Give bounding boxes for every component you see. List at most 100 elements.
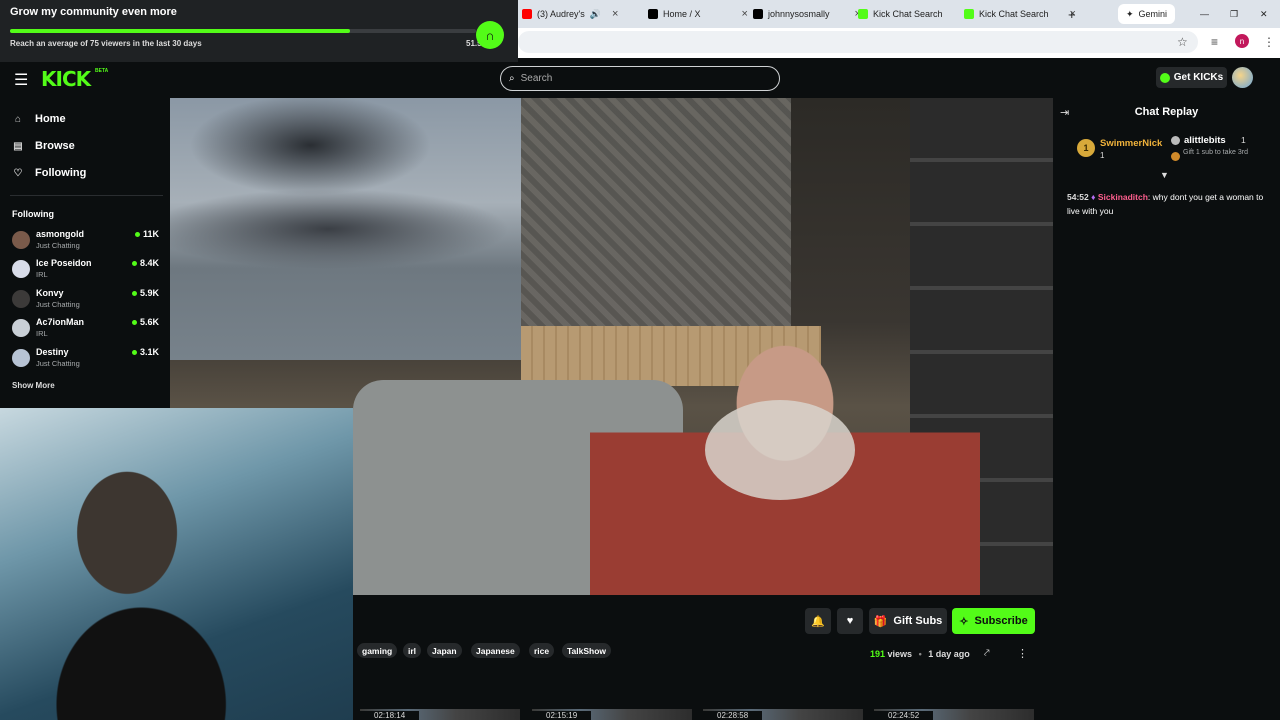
share-icon[interactable]: ⤤ <box>984 648 990 659</box>
speaker-icon: 🔊 <box>589 8 601 19</box>
browser-tab[interactable]: Kick Chat Search× <box>964 4 1076 24</box>
browse-icon: ▤ <box>13 140 23 152</box>
related-video-thumbnail[interactable]: 02:24:52 <box>874 709 1034 720</box>
related-video-thumbnail[interactable]: 02:28:58 <box>703 709 863 720</box>
collapse-chat-icon[interactable]: ⇥ <box>1060 106 1069 119</box>
tag-chip[interactable]: TalkShow <box>562 643 612 658</box>
channel-category: Just Chatting <box>36 241 80 250</box>
browser-tab-active[interactable]: ✦ Gemini <box>1118 4 1176 24</box>
x-icon <box>753 9 763 19</box>
window-close-button[interactable]: ✕ <box>1260 4 1268 24</box>
chat-username[interactable]: Sickinaditch <box>1098 192 1148 202</box>
meta-separator: • <box>918 649 922 659</box>
search-input[interactable]: ⌕ Search <box>500 66 780 91</box>
expand-leaderboard-icon[interactable]: ▼ <box>1160 170 1169 180</box>
channel-name: Ice Poseidon <box>36 258 92 268</box>
tag-chip[interactable]: Japan <box>427 643 462 658</box>
close-tab-icon[interactable]: × <box>742 8 748 20</box>
channel-name: Konvy <box>36 288 64 298</box>
view-count-number: 191 <box>870 649 886 659</box>
subscribe-button[interactable]: ✧ Subscribe <box>952 608 1035 634</box>
plus-icon: + <box>1068 6 1076 22</box>
screen-share-overlay <box>170 98 521 360</box>
top-gifter-count: 1 <box>1100 151 1105 160</box>
followed-channel[interactable]: Destiny Just Chatting 3.1K <box>12 347 160 373</box>
browser-tab[interactable]: Kick Chat Search× <box>858 4 970 24</box>
headset-icon: ∩ <box>476 21 504 49</box>
channel-avatar <box>12 290 30 308</box>
sidebar-item-following[interactable]: ♡ Following <box>12 167 87 179</box>
viewer-count: 8.4K <box>131 258 159 268</box>
video-duration: 02:18:14 <box>360 711 420 720</box>
related-video-thumbnail[interactable]: 02:15:19 <box>532 709 692 720</box>
gifter-badge-icon <box>1171 136 1180 145</box>
tab-search-icon[interactable]: ≡ <box>1211 35 1218 49</box>
show-more-link[interactable]: Show More <box>12 381 55 390</box>
followed-channel[interactable]: Konvy Just Chatting 5.9K <box>12 288 160 314</box>
kick-logo[interactable]: KICK <box>41 67 91 91</box>
tag-chip[interactable]: irl <box>403 643 422 658</box>
chat-title: Chat Replay <box>1134 106 1199 118</box>
browser-tab[interactable]: johnnysosmally× <box>753 4 861 24</box>
gift-subs-button[interactable]: 🎁 Gift Subs <box>869 608 947 634</box>
video-streamer-beard <box>705 400 855 500</box>
sidebar-item-home[interactable]: ⌂ Home <box>12 113 66 125</box>
more-options-icon[interactable]: ⋮ <box>1017 647 1028 660</box>
chat-timestamp: 54:52 <box>1067 192 1089 202</box>
browser-menu-icon[interactable]: ⋮ <box>1263 35 1275 49</box>
gift-rank-note: Gift 1 sub to take 3rd <box>1183 149 1248 156</box>
tag-chip[interactable]: rice <box>529 643 555 658</box>
viewer-count-value: 5.9K <box>139 288 159 298</box>
channel-name: Destiny <box>36 347 69 357</box>
close-tab-icon[interactable]: × <box>612 8 618 20</box>
followed-channel[interactable]: Ice Poseidon IRL 8.4K <box>12 258 160 284</box>
menu-icon[interactable]: ☰ <box>14 70 28 90</box>
live-dot-icon <box>134 231 140 237</box>
kicks-coin-icon <box>1159 72 1170 83</box>
viewer-count: 5.9K <box>131 288 159 298</box>
video-duration: 02:28:58 <box>703 711 763 720</box>
get-kicks-button[interactable]: Get KICKs <box>1156 67 1227 88</box>
new-tab-button[interactable]: + <box>1068 4 1076 24</box>
address-bar[interactable] <box>518 31 1198 53</box>
star-icon[interactable]: ☆ <box>1177 35 1188 49</box>
sparkle-icon: ✧ <box>959 615 969 628</box>
follow-button[interactable]: ♥ <box>837 608 863 634</box>
rank-medal-icon: 1 <box>1077 139 1095 157</box>
browser-tab[interactable]: Home / X × <box>648 4 748 24</box>
chat-message: 54:52 ♦ Sickinaditch: why dont you get a… <box>1067 192 1264 216</box>
goal-progress-bar <box>10 29 476 33</box>
gifter-name[interactable]: alittlebits <box>1184 135 1226 146</box>
sidebar-item-browse[interactable]: ▤ Browse <box>12 140 74 152</box>
tag-chip[interactable]: gaming <box>357 643 398 658</box>
tag-chip[interactable]: Japanese <box>471 643 520 658</box>
minimize-button[interactable]: — <box>1200 4 1209 24</box>
live-dot-icon <box>131 290 137 296</box>
top-gifter-name[interactable]: SwimmerNick <box>1100 138 1162 149</box>
viewer-count: 11K <box>134 229 159 239</box>
maximize-button[interactable]: ❐ <box>1230 4 1238 24</box>
channel-category: IRL <box>36 329 48 338</box>
tab-label: Kick Chat Search <box>873 9 943 19</box>
channel-category: Just Chatting <box>36 359 80 368</box>
followed-channel[interactable]: Ac7ionMan IRL 5.6K <box>12 317 160 343</box>
home-icon: ⌂ <box>14 113 22 125</box>
browser-tab[interactable]: (3) Audrey's 🔊 × <box>522 4 618 24</box>
sidebar-item-label: Following <box>35 167 87 179</box>
user-avatar[interactable] <box>1232 67 1253 88</box>
tab-label: johnnysosmally <box>768 9 830 19</box>
heart-icon: ♥ <box>846 615 854 627</box>
followed-channel[interactable]: asmongold Just Chatting 11K <box>12 229 160 255</box>
bell-icon: 🔔 <box>811 615 825 628</box>
browser-profile-avatar[interactable]: n <box>1235 34 1249 48</box>
beta-label: BETA <box>95 68 109 74</box>
youtube-icon <box>522 9 532 19</box>
notification-bell-button[interactable]: 🔔 <box>805 608 831 634</box>
channel-name: Ac7ionMan <box>36 317 85 327</box>
related-video-thumbnail[interactable]: 02:18:14 <box>360 709 520 720</box>
heart-icon: ♡ <box>13 167 23 179</box>
viewer-count-value: 3.1K <box>139 347 159 357</box>
gift-subs-label: Gift Subs <box>893 615 943 627</box>
kick-icon <box>858 9 868 19</box>
channel-name: asmongold <box>36 229 85 239</box>
